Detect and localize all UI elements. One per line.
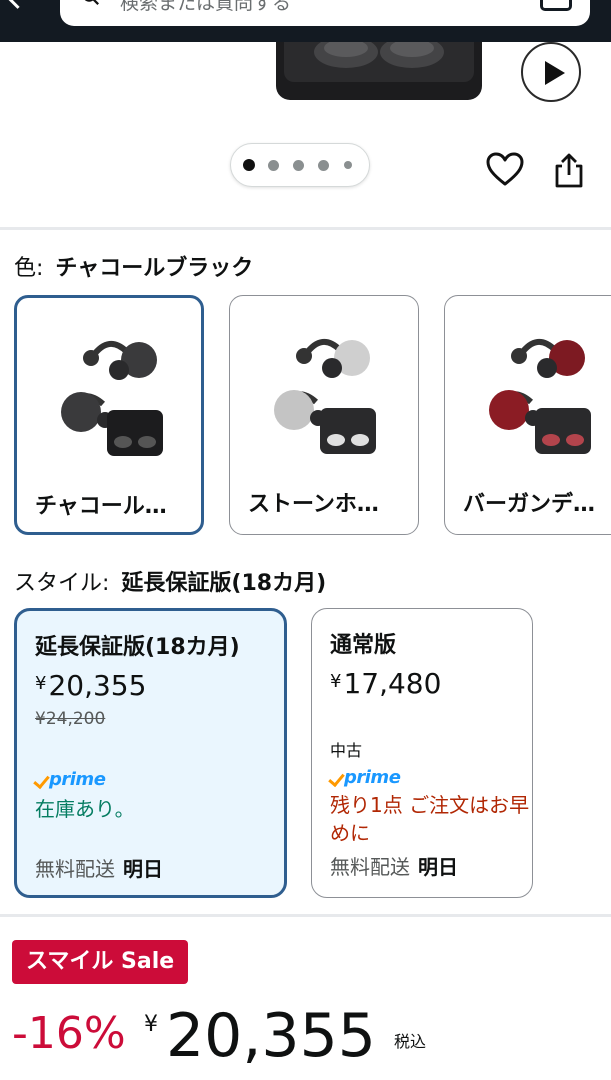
delivery-label: 無料配送 <box>330 855 410 879</box>
currency-symbol: ¥ <box>35 673 47 694</box>
price-value: 17,480 <box>343 667 442 700</box>
style-option-price: ¥17,480 <box>330 667 441 700</box>
sale-badge: スマイル Sale <box>12 940 189 984</box>
heart-icon[interactable] <box>486 152 524 188</box>
delivery-info: 無料配送 明日 <box>35 853 163 882</box>
color-label: 色: チャコールブラック <box>14 250 253 282</box>
prime-label: prime <box>49 769 106 790</box>
delivery-info: 無料配送 明日 <box>330 851 458 880</box>
page-dot-5 <box>344 161 352 169</box>
color-option-stone[interactable]: ストーンホ… <box>229 295 419 535</box>
style-label: スタイル: 延長保証版(18カ月) <box>14 565 326 597</box>
color-option-burgundy[interactable]: バーガンデ… <box>444 295 611 535</box>
search-icon <box>84 0 99 5</box>
color-selected-value: チャコールブラック <box>55 256 254 281</box>
discount-percent: -16% <box>12 1008 126 1059</box>
availability-text: 残り1点 ご注文はお早めに <box>330 793 530 845</box>
deal-price: 20,355 <box>166 1001 376 1071</box>
page-dot-4 <box>318 160 329 171</box>
charcoal-earbuds-image <box>61 341 163 456</box>
prime-badge: prime <box>33 769 115 791</box>
section-divider <box>0 227 611 230</box>
burgundy-earbuds-image <box>489 339 591 454</box>
deal-currency-symbol: ¥ <box>144 1012 158 1037</box>
delivery-day: 明日 <box>418 855 458 879</box>
style-option-extended-warranty[interactable]: 延長保証版(18カ月) ¥20,355 ¥24,200 prime 在庫あり。 … <box>14 608 287 898</box>
price-value: 20,355 <box>48 669 147 702</box>
tax-included-label: 税込 <box>394 1032 427 1051</box>
style-label-text: スタイル: <box>14 571 110 596</box>
top-bar: 検索または質問する <box>0 0 611 42</box>
color-option-name: ストーンホ… <box>248 492 379 517</box>
delivery-label: 無料配送 <box>35 857 115 881</box>
color-label-text: 色: <box>14 256 44 281</box>
delivery-day: 明日 <box>123 857 163 881</box>
page-dot-3 <box>293 160 304 171</box>
search-input[interactable]: 検索または質問する <box>60 0 590 26</box>
style-selected-value: 延長保証版(18カ月) <box>121 571 327 596</box>
product-image[interactable] <box>276 42 482 102</box>
section-divider <box>0 914 611 917</box>
stone-earbuds-image <box>274 339 376 454</box>
image-page-indicator[interactable] <box>230 143 370 187</box>
camera-icon[interactable] <box>540 0 572 11</box>
play-video-button[interactable] <box>521 42 581 102</box>
share-icon[interactable] <box>552 152 586 188</box>
back-icon[interactable] <box>4 0 31 9</box>
prime-badge: prime <box>328 767 410 789</box>
play-icon <box>545 61 565 85</box>
style-option-title: 延長保証版(18カ月) <box>35 635 240 660</box>
list-price: ¥24,200 <box>35 709 106 729</box>
currency-symbol: ¥ <box>330 671 342 692</box>
style-option-standard[interactable]: 通常版 ¥17,480 中古 prime 残り1点 ご注文はお早めに 無料配送明… <box>311 608 533 898</box>
search-placeholder: 検索または質問する <box>120 0 292 14</box>
availability-text: 在庫あり。 <box>35 797 135 821</box>
prime-label: prime <box>344 767 401 788</box>
color-option-charcoal[interactable]: チャコール… <box>14 295 204 535</box>
color-option-name: チャコール… <box>35 494 167 519</box>
page-dot-1 <box>243 159 255 171</box>
prime-check-icon <box>33 771 50 790</box>
color-option-name: バーガンデ… <box>463 492 596 517</box>
condition-text: 中古 <box>330 741 363 760</box>
prime-check-icon <box>328 769 345 788</box>
style-option-price: ¥20,355 <box>35 669 146 702</box>
page-dot-2 <box>268 160 279 171</box>
style-option-title: 通常版 <box>330 633 397 658</box>
